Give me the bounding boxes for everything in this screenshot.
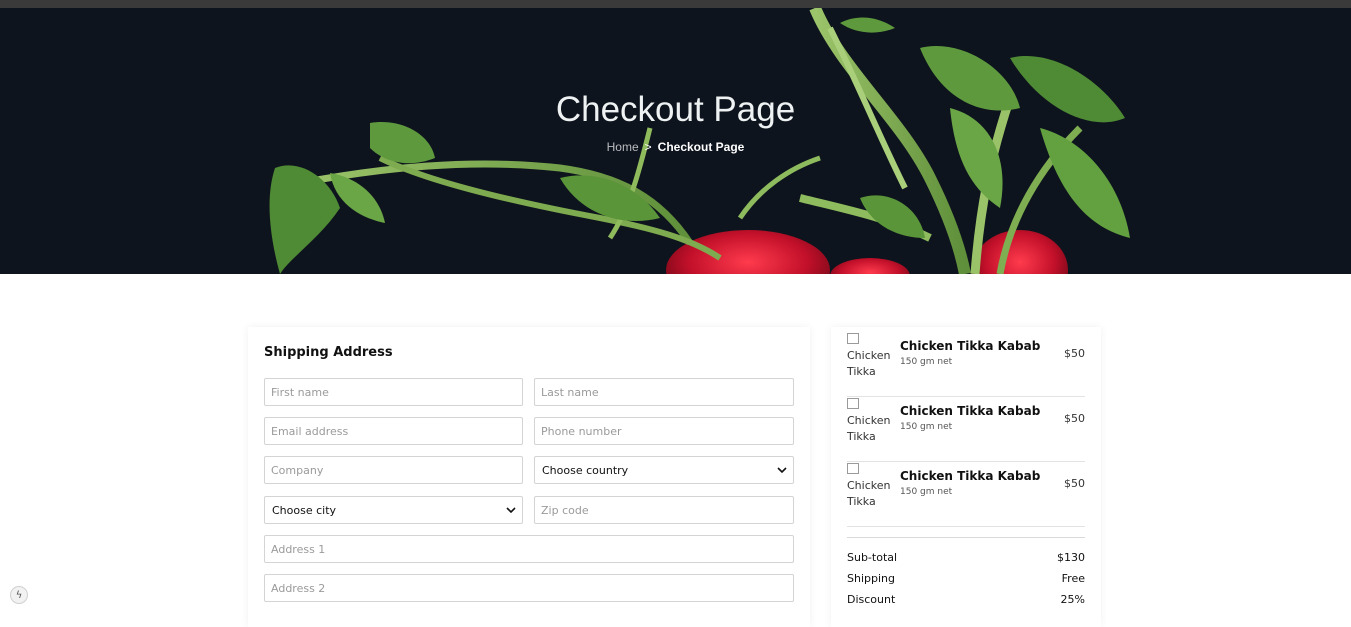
product-name: Chicken Tikka Kabab <box>900 404 1041 418</box>
product-weight: 150 gm net <box>900 487 953 497</box>
discount-label: Discount <box>847 593 896 606</box>
product-price: $50 <box>1064 477 1085 490</box>
country-select[interactable]: Choose country <box>534 456 794 484</box>
shipping-address-card: Shipping Address Choose country Choose c… <box>248 327 810 627</box>
product-price: $50 <box>1064 347 1085 360</box>
broken-image-icon <box>847 398 859 409</box>
page-hero: Checkout Page Home > Checkout Page <box>0 8 1351 274</box>
product-name: Chicken Tikka Kabab <box>900 339 1041 353</box>
address-1-field[interactable] <box>264 535 794 563</box>
cart-item: Chicken Tikka Chicken Tikka Kabab 150 gm… <box>847 462 1085 527</box>
lightning-icon[interactable]: ϟ <box>10 586 28 604</box>
country-select-value: Choose country <box>542 463 629 477</box>
breadcrumb-separator: > <box>644 140 652 154</box>
shipping-row: Shipping Free <box>847 572 1085 585</box>
zip-code-field[interactable] <box>534 496 794 524</box>
discount-value: 25% <box>1060 593 1085 606</box>
subtotal-value: $130 <box>1057 551 1085 564</box>
broken-image-icon <box>847 463 859 474</box>
breadcrumb-home-link[interactable]: Home <box>607 140 639 154</box>
last-name-field[interactable] <box>534 378 794 406</box>
order-summary-card: Chicken Tikka Chicken Tikka Kabab 150 gm… <box>831 327 1101 627</box>
browser-top-bar <box>0 0 1351 8</box>
subtotal-label: Sub-total <box>847 551 898 564</box>
product-weight: 150 gm net <box>900 357 953 367</box>
breadcrumb: Home > Checkout Page <box>0 140 1351 154</box>
breadcrumb-current: Checkout Page <box>657 140 745 154</box>
summary-divider <box>847 537 1085 538</box>
phone-field[interactable] <box>534 417 794 445</box>
city-select[interactable]: Choose city <box>264 496 523 524</box>
company-field[interactable] <box>264 456 523 484</box>
product-name: Chicken Tikka Kabab <box>900 469 1041 483</box>
product-weight: 150 gm net <box>900 422 953 432</box>
shipping-address-title: Shipping Address <box>264 345 393 360</box>
product-image: Chicken Tikka <box>847 462 891 510</box>
city-select-value: Choose city <box>272 503 337 517</box>
email-field[interactable] <box>264 417 523 445</box>
discount-row: Discount 25% <box>847 593 1085 606</box>
shipping-value: Free <box>1061 572 1085 585</box>
chevron-down-icon <box>777 467 787 474</box>
cart-item: Chicken Tikka Chicken Tikka Kabab 150 gm… <box>847 397 1085 462</box>
cart-item: Chicken Tikka Chicken Tikka Kabab 150 gm… <box>847 332 1085 397</box>
address-2-field[interactable] <box>264 574 794 602</box>
product-image: Chicken Tikka <box>847 332 891 380</box>
product-price: $50 <box>1064 412 1085 425</box>
broken-image-icon <box>847 333 859 344</box>
chevron-down-icon <box>506 507 516 514</box>
product-image: Chicken Tikka <box>847 397 891 445</box>
first-name-field[interactable] <box>264 378 523 406</box>
shipping-label: Shipping <box>847 572 895 585</box>
page-title: Checkout Page <box>555 90 796 129</box>
subtotal-row: Sub-total $130 <box>847 551 1085 564</box>
